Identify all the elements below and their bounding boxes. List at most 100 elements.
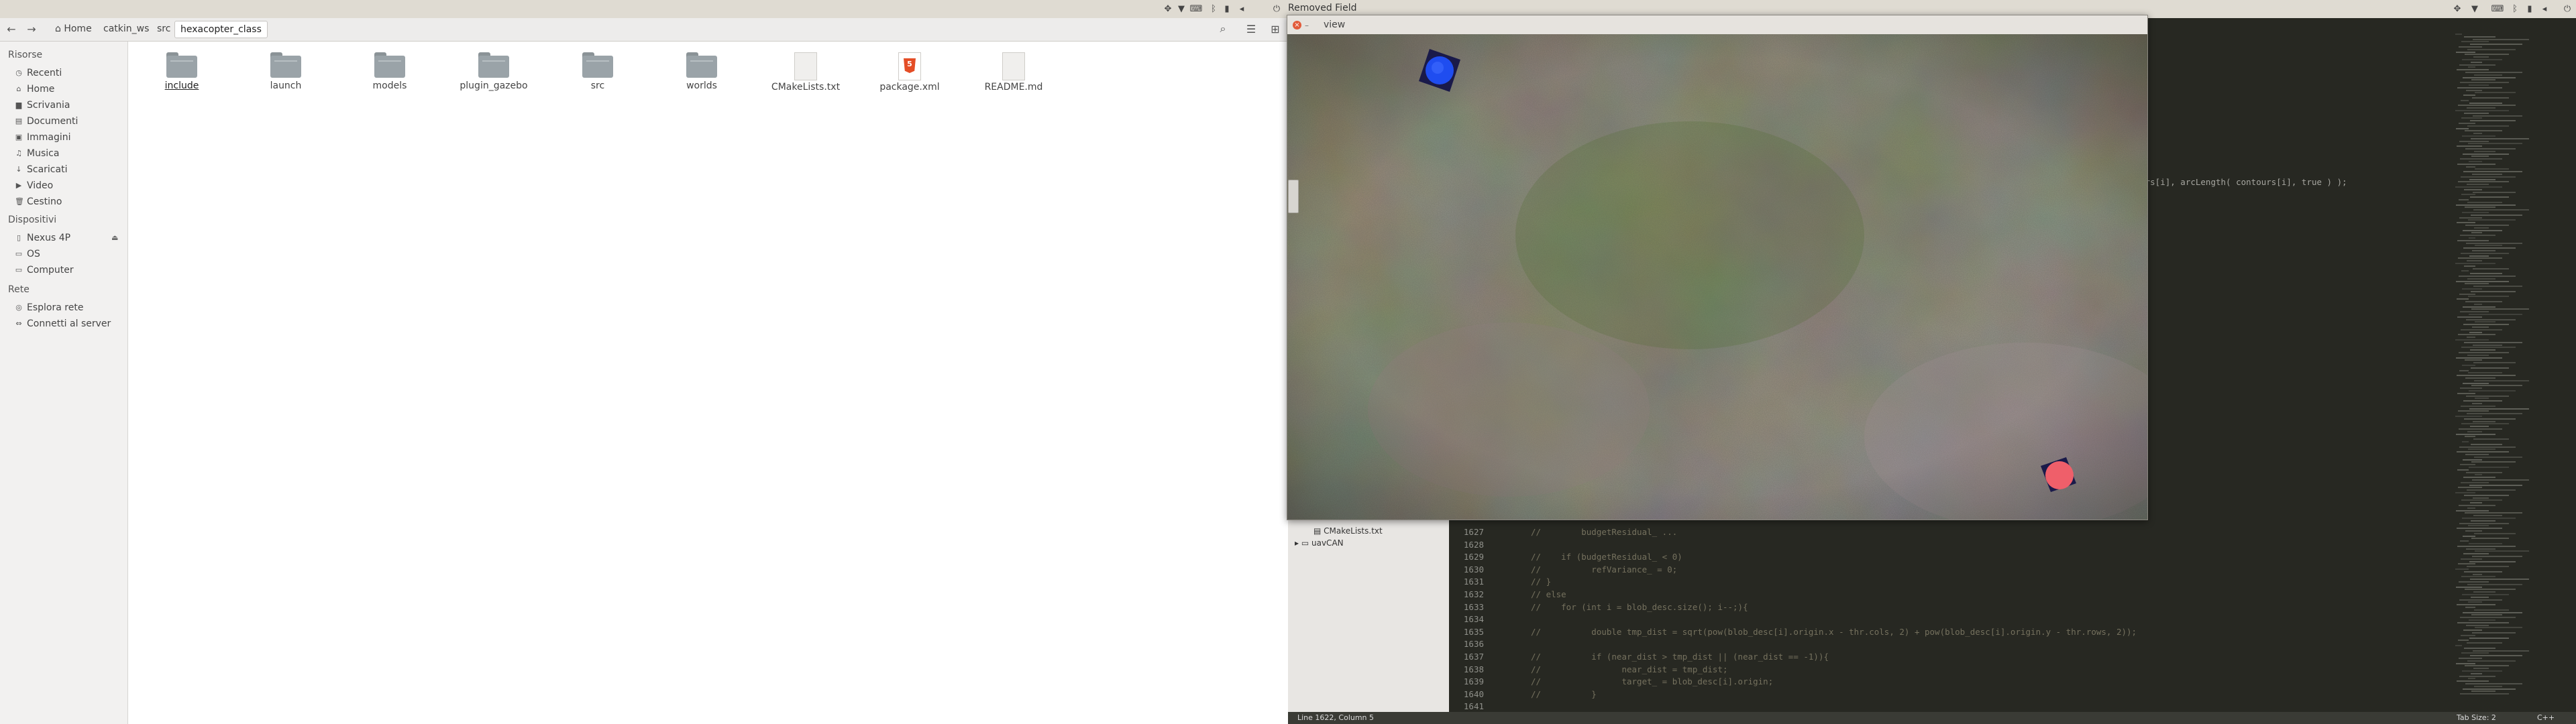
close-icon[interactable]: × <box>1293 21 1301 29</box>
keyboard-icon[interactable]: ⌨ <box>2491 3 2504 15</box>
tree-item-uavcan[interactable]: ▸ ▭ uavCAN <box>1295 538 1344 548</box>
minimize-icon[interactable]: – <box>1305 21 1309 30</box>
sidebar-item-scaricati[interactable]: ↓ Scaricati <box>15 162 67 177</box>
list-view-icon[interactable]: ☰ <box>1244 21 1258 36</box>
file-item-cmakelists[interactable]: CMakeLists.txt <box>769 52 843 93</box>
file-item-readme[interactable]: README.md <box>977 52 1051 93</box>
sidebar-item-cestino[interactable]: 🗑 Cestino <box>15 194 62 209</box>
minimap-line <box>2463 477 2496 479</box>
minimap-line <box>2458 410 2489 412</box>
breadcrumb-home[interactable]: ⌂ Home <box>50 21 97 37</box>
minimap-line <box>2461 423 2509 425</box>
sidebar-item-connetti[interactable]: ⇔ Connetti al server <box>15 316 111 331</box>
sidebar-item-documenti[interactable]: ▤ Documenti <box>15 114 78 129</box>
tab-size-indicator[interactable]: Tab Size: 2 <box>2457 713 2496 722</box>
sidebar-item-immagini[interactable]: ▣ Immagini <box>15 130 71 145</box>
pane-resize-handle[interactable] <box>1288 180 1299 213</box>
home-icon: ⌂ <box>55 23 61 34</box>
breadcrumb-current[interactable]: hexacopter_class <box>174 21 268 38</box>
file-item-worlds[interactable]: worlds <box>665 52 739 91</box>
minimap-line <box>2471 672 2482 674</box>
line-number: 1638 <box>1463 664 1484 674</box>
minimap-line <box>2456 280 2509 282</box>
minimap-line <box>2472 97 2509 99</box>
minimap-line <box>2461 347 2516 349</box>
forward-button[interactable]: → <box>24 21 39 37</box>
search-icon[interactable]: ⌕ <box>1216 21 1230 36</box>
sidebar-item-computer[interactable]: ▭ Computer <box>15 263 74 278</box>
file-item-src[interactable]: src <box>561 52 635 91</box>
power-icon[interactable]: ⏻ <box>2561 3 2573 15</box>
minimap-line <box>2464 112 2489 114</box>
syntax-indicator[interactable]: C++ <box>2537 713 2555 722</box>
minimap-line <box>2456 127 2469 129</box>
battery-icon[interactable]: ▮ <box>1221 3 1233 15</box>
volume-icon[interactable]: ◂ <box>1236 3 1248 15</box>
minimap-line <box>2474 532 2516 534</box>
minimap-line <box>2471 538 2509 540</box>
view-titlebar[interactable]: × – view <box>1287 15 2147 35</box>
minimap-line <box>2460 387 2482 389</box>
sidebar-item-nexus[interactable]: ▯ Nexus 4P <box>15 231 70 245</box>
minimap-line <box>2457 375 2516 377</box>
minimap-line <box>2468 678 2475 680</box>
sidebar-item-esplora-rete[interactable]: ◎ Esplora rete <box>15 300 83 315</box>
minimap-line <box>2468 219 2516 221</box>
minimap-line <box>2463 611 2522 613</box>
minimap-line <box>2465 283 2489 285</box>
minimap-line <box>2463 535 2475 537</box>
sidebar-item-scrivania[interactable]: ▆ Scrivania <box>15 98 70 113</box>
file-item-include[interactable]: include <box>145 52 219 91</box>
battery-icon[interactable]: ▮ <box>2524 3 2536 15</box>
minimap-line <box>2470 349 2496 351</box>
minimap-line <box>2468 143 2522 145</box>
minimap-line <box>2471 61 2482 63</box>
minimap-line <box>2469 255 2489 257</box>
file-item-launch[interactable]: launch <box>249 52 323 91</box>
minimap-line <box>2459 352 2509 353</box>
breadcrumb-src[interactable]: src <box>152 21 176 37</box>
minimap-line <box>2457 451 2509 453</box>
minimap-line <box>2457 145 2482 147</box>
tree-item-cmakelists[interactable]: ▤ CMakeLists.txt <box>1313 526 1383 536</box>
file-item-models[interactable]: models <box>353 52 427 91</box>
minimap-line <box>2468 601 2482 603</box>
minimap-line <box>2461 252 2509 254</box>
minimap-line <box>2458 640 2469 642</box>
sidebar-item-musica[interactable]: ♫ Musica <box>15 146 59 161</box>
minimap-line <box>2474 379 2529 381</box>
minimap-line <box>2468 448 2496 450</box>
minimap-line <box>2455 110 2509 111</box>
wifi-icon[interactable]: ▼ <box>2469 3 2481 15</box>
grid-view-icon[interactable]: ⊞ <box>1268 21 1283 36</box>
wifi-icon[interactable]: ▼ <box>1175 3 1187 15</box>
line-number: 1628 <box>1463 539 1484 550</box>
dropbox-icon[interactable]: ✥ <box>2451 3 2463 15</box>
minimap-line <box>2473 497 2489 499</box>
minimap-line <box>2465 359 2482 361</box>
editor-status-bar: Line 1622, Column 5 Tab Size: 2 C++ <box>1288 712 2576 724</box>
minimap-line <box>2466 318 2516 320</box>
line-number: 1641 <box>1463 701 1484 712</box>
breadcrumb-catkin-ws[interactable]: catkin_ws <box>98 21 154 37</box>
eject-icon[interactable]: ⏏ <box>111 233 118 242</box>
back-button[interactable]: ← <box>4 21 19 37</box>
volume-icon[interactable]: ◂ <box>2538 3 2551 15</box>
editor-minimap[interactable] <box>2455 34 2556 704</box>
code-area[interactable]: // budgetResidual_ ... // if (budgetResid… <box>1491 507 2450 712</box>
bluetooth-icon[interactable]: ᛒ <box>1208 3 1220 15</box>
file-item-package-xml[interactable]: 5 package.xml <box>873 52 947 93</box>
sidebar-item-os[interactable]: ▭ OS <box>15 247 40 261</box>
minimap-line <box>2467 278 2496 280</box>
keyboard-icon[interactable]: ⌨ <box>1190 3 1203 15</box>
sidebar-item-recenti[interactable]: ◷ Recenti <box>15 66 62 80</box>
power-icon[interactable]: ⏻ <box>1271 3 1283 15</box>
dropbox-icon[interactable]: ✥ <box>1162 3 1174 15</box>
bluetooth-icon[interactable]: ᛒ <box>2509 3 2521 15</box>
minimap-line <box>2463 247 2516 249</box>
sidebar-item-video[interactable]: ▶ Video <box>15 178 53 193</box>
code-line: // target_ = blob_desc[i].origin; <box>1531 676 1774 687</box>
file-item-plugin-gazebo[interactable]: plugin_gazebo <box>457 52 531 91</box>
sidebar-item-home[interactable]: ⌂ Home <box>15 82 55 97</box>
minimap-line <box>2471 308 2529 310</box>
